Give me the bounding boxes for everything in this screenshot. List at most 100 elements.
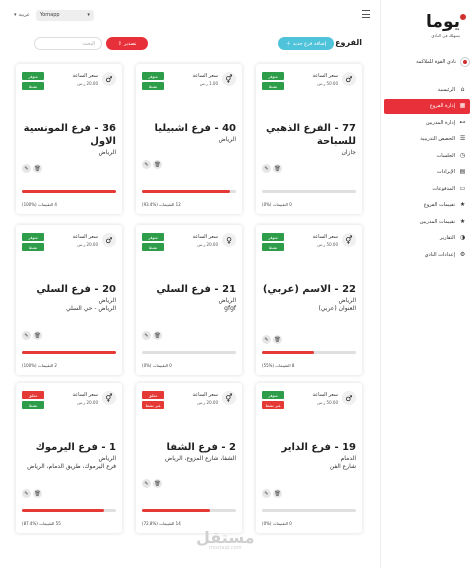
branch-address: gfgf bbox=[224, 304, 236, 312]
language-select[interactable]: ▾ عربية bbox=[14, 12, 30, 18]
sidebar-item-8[interactable]: ★ تقييمات المدربين bbox=[384, 214, 470, 229]
sidebar-item-label: التقارير bbox=[439, 235, 455, 241]
sidebar-item-label: المدفوعات bbox=[432, 185, 455, 192]
status-badge: مغلق bbox=[22, 391, 44, 399]
sidebar-item-label: الإيرادات bbox=[436, 169, 455, 175]
branch-title: 36 - فرع المونسية الاول bbox=[23, 123, 116, 147]
edit-icon[interactable]: ✎ bbox=[262, 489, 271, 498]
branch-title-block: 21 - فرع السلي الرياض gfgf bbox=[142, 283, 236, 312]
rating-bar-fill bbox=[142, 509, 211, 512]
edit-icon[interactable]: ✎ bbox=[262, 164, 271, 173]
branch-address: فرع اليرموك، طريق الدمام، الرياض bbox=[27, 462, 116, 470]
status-badge: متوفر bbox=[22, 233, 44, 241]
price-value: 20.00 ر.س bbox=[197, 242, 218, 247]
sidebar-item-1[interactable]: ▦ إدارة الفروع bbox=[384, 98, 470, 114]
price-value: 50.00 ر.س bbox=[317, 242, 338, 247]
status-badge: نشط bbox=[262, 82, 284, 90]
price-label: سعر الساعة bbox=[312, 392, 338, 398]
delete-icon[interactable]: 🗑︎ bbox=[273, 164, 282, 173]
menu-toggle-button[interactable] bbox=[362, 10, 370, 18]
rating-bar bbox=[262, 351, 356, 354]
edit-icon[interactable]: ✎ bbox=[142, 160, 151, 169]
sidebar-item-7[interactable]: ★ تقييمات الفروع bbox=[384, 198, 470, 213]
rating-bar bbox=[22, 351, 116, 354]
branch-city: الدمام bbox=[340, 455, 356, 462]
mixed-gender-icon: ⚥ bbox=[102, 391, 116, 405]
branch-card[interactable]: ⚥ سعر الساعة 20.00 ر.س مغلق نشط 1 - فرع ا… bbox=[16, 383, 122, 533]
rating-bar-fill bbox=[22, 351, 116, 354]
edit-icon[interactable]: ✎ bbox=[142, 479, 151, 488]
sidebar-item-label: الجلسات bbox=[436, 152, 456, 159]
branch-card[interactable]: ♂ سعر الساعة 20.00 ر.س متوفر نشط 20 - فرع… bbox=[16, 225, 122, 375]
logo[interactable]: يوما يسهلك في النادي bbox=[426, 12, 466, 38]
branch-city: جازان bbox=[341, 149, 356, 156]
sidebar-item-0[interactable]: ⌂ الرئيسية bbox=[384, 82, 470, 97]
rating-count: 55 التقييمات (%87.4) bbox=[22, 521, 61, 526]
branch-card[interactable]: ⚥ سعر الساعة 50.00 ر.س متوفر نشط 22 - الا… bbox=[256, 225, 362, 375]
add-branch-button[interactable]: ＋ إضافة فرع جديد bbox=[278, 37, 334, 50]
female-gender-icon: ♀ bbox=[222, 233, 236, 247]
status-badge: نشط bbox=[142, 82, 164, 90]
branch-title: 2 - فرع الشفا bbox=[166, 442, 236, 453]
rating-bar bbox=[262, 509, 356, 512]
delete-icon[interactable]: 🗑︎ bbox=[273, 335, 282, 344]
price-value: 50.00 ر.س bbox=[317, 81, 338, 86]
sidebar-item-10[interactable]: ⚙ إعدادات النادي bbox=[384, 247, 470, 262]
delete-icon[interactable]: 🗑︎ bbox=[153, 160, 162, 169]
sidebar-item-4[interactable]: ◷ الجلسات bbox=[384, 148, 470, 163]
branch-card[interactable]: ♂ سعر الساعة 50.00 ر.س متوفر غير نشط 19 -… bbox=[256, 383, 362, 533]
edit-icon[interactable]: ✎ bbox=[142, 331, 151, 340]
delete-icon[interactable]: 🗑︎ bbox=[33, 489, 42, 498]
edit-icon[interactable]: ✎ bbox=[262, 335, 271, 344]
rating-count: 4 التقييمات (%100) bbox=[22, 202, 57, 207]
delete-icon[interactable]: 🗑︎ bbox=[33, 331, 42, 340]
logo-subtitle: يسهلك في النادي bbox=[431, 33, 460, 38]
mixed-gender-icon: ⚥ bbox=[222, 391, 236, 405]
branch-card[interactable]: ⚥ سعر الساعة 1.00 ر.س متوفر نشط 40 - فرع … bbox=[136, 64, 242, 214]
branch-city: الرياض bbox=[98, 455, 116, 462]
branch-card[interactable]: ♂ سعر الساعة 50.00 ر.س متوفر نشط 77 - الف… bbox=[256, 64, 362, 214]
sidebar-item-6[interactable]: ▭ المدفوعات bbox=[384, 181, 470, 196]
price-label: سعر الساعة bbox=[72, 392, 98, 398]
edit-icon[interactable]: ✎ bbox=[22, 164, 31, 173]
rating-bar-fill bbox=[142, 190, 230, 193]
sidebar-item-9[interactable]: ◑ التقارير bbox=[384, 231, 470, 246]
delete-icon[interactable]: 🗑︎ bbox=[153, 479, 162, 488]
rating-count: 8 التقييمات (%55) bbox=[262, 363, 295, 368]
rating-count: 2 التقييمات (%100) bbox=[22, 363, 57, 368]
rating-count: 0 التقييمات (%0) bbox=[262, 521, 292, 526]
status-badge: مغلق bbox=[142, 391, 164, 399]
branch-title-block: 22 - الاسم (عربي) الرياض العنوان (عربي) bbox=[262, 283, 356, 312]
sidebar-item-label: الرئيسية bbox=[437, 86, 455, 93]
status-badge: متوفر bbox=[262, 391, 284, 399]
sidebar-item-label: إعدادات النادي bbox=[424, 251, 455, 258]
branch-card[interactable]: ♀ سعر الساعة 20.00 ر.س متوفر نشط 21 - فرع… bbox=[136, 225, 242, 375]
rating-count: 12 التقييمات (%93.4) bbox=[142, 202, 181, 207]
sidebar: يوما يسهلك في النادي نادي القوة للملاكمة… bbox=[380, 0, 474, 568]
clock-icon: ◷ bbox=[459, 151, 466, 159]
chevron-down-icon: ▾ bbox=[14, 12, 17, 18]
delete-icon[interactable]: 🗑︎ bbox=[153, 331, 162, 340]
edit-icon[interactable]: ✎ bbox=[22, 331, 31, 340]
branch-title: 20 - فرع السلي bbox=[36, 284, 116, 295]
sidebar-item-5[interactable]: ▤ الإيرادات bbox=[384, 165, 470, 180]
chevron-down-icon: ▾ bbox=[87, 12, 90, 18]
delete-icon[interactable]: 🗑︎ bbox=[273, 489, 282, 498]
search-input[interactable] bbox=[34, 37, 102, 50]
price-label: سعر الساعة bbox=[192, 392, 218, 398]
export-button[interactable]: ⇪ تصدير bbox=[106, 37, 148, 50]
mixed-gender-icon: ⚥ bbox=[342, 233, 356, 247]
app-select[interactable]: Yomapp ▾ bbox=[35, 9, 94, 21]
branch-card[interactable]: ♂ سعر الساعة 20.00 ر.س متوفر نشط 36 - فرع… bbox=[16, 64, 122, 214]
sidebar-item-3[interactable]: ☰ الحصص التدريبية bbox=[384, 132, 470, 147]
branch-title-block: 77 - الفرع الذهبي للسباحة جازان bbox=[262, 122, 356, 157]
delete-icon[interactable]: 🗑︎ bbox=[33, 164, 42, 173]
club-selector[interactable]: نادي القوة للملاكمة bbox=[384, 56, 470, 68]
sidebar-item-2[interactable]: ⊶ إدارة المدربين bbox=[384, 115, 470, 130]
language-label: عربية bbox=[18, 12, 30, 18]
sidebar-item-label: تقييمات المدربين bbox=[419, 218, 455, 225]
branch-card[interactable]: ⚥ سعر الساعة 20.00 ر.س مغلق غير نشط 2 - ف… bbox=[136, 383, 242, 533]
branch-address: الرياض - حي السلي bbox=[66, 304, 116, 312]
club-name: نادي القوة للملاكمة bbox=[416, 59, 456, 65]
edit-icon[interactable]: ✎ bbox=[22, 489, 31, 498]
